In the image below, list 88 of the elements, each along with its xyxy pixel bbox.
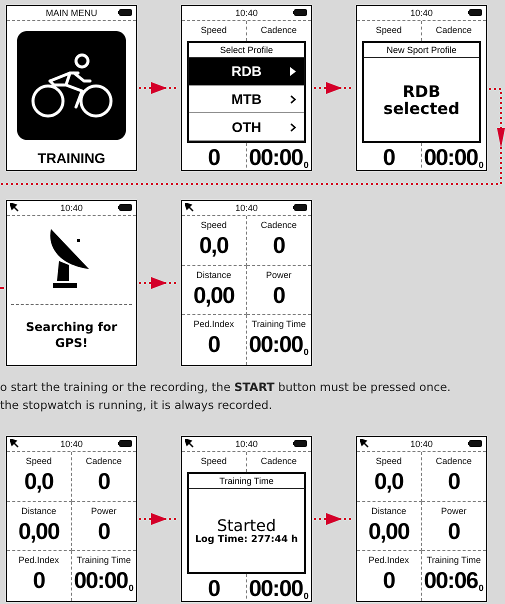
cyclist-icon	[30, 50, 114, 120]
field-label: Speed	[200, 455, 227, 467]
battery-icon	[293, 9, 307, 16]
popup-title: Training Time	[189, 474, 304, 489]
field-value: 0	[272, 280, 285, 309]
instruction-text: the stopwatch is running, it is always recorded.	[0, 397, 274, 414]
field-suffix: 0	[304, 160, 309, 170]
field-suffix: 0	[304, 591, 309, 601]
field-value: 0,00	[368, 516, 410, 545]
menu-tile[interactable]	[17, 31, 126, 140]
field-label: Distance	[196, 268, 232, 281]
field-value: 00:00	[74, 566, 128, 594]
field-value: 0	[448, 516, 460, 545]
message-text: RDB	[402, 82, 440, 100]
field-label: Training Time	[426, 554, 481, 566]
field-label: Cadence	[260, 455, 297, 467]
connector-line	[0, 287, 4, 289]
popup-title: New Sport Profile	[364, 43, 479, 58]
message-text: selected	[383, 100, 460, 116]
field-label: Speed	[200, 24, 227, 36]
field-value: 0,0	[199, 231, 228, 259]
field-label: Distance	[21, 504, 56, 517]
profile-item[interactable]: MTB	[189, 86, 304, 114]
field-value: 0	[382, 566, 395, 594]
battery-icon	[118, 204, 132, 211]
field-value: 00:00	[248, 574, 303, 601]
status-text: 10:40	[410, 438, 433, 450]
field-label: Speed	[376, 455, 402, 467]
field-value: 0,00	[193, 280, 234, 309]
battery-icon	[118, 440, 132, 447]
field-value: 00:00	[424, 143, 478, 170]
status-text: 10:40	[235, 7, 258, 19]
field-label: Ped.Index	[18, 554, 60, 566]
status-text: 10:40	[410, 7, 433, 19]
field-suffix: 0	[128, 583, 134, 594]
field-value: 0	[272, 231, 285, 259]
field-label: Ped.Index	[193, 318, 234, 330]
field-label: Cadence	[436, 24, 472, 36]
field-label: Power	[440, 504, 466, 517]
gps-message: Searching for GPS!	[24, 319, 118, 352]
status-text: MAIN MENU	[46, 7, 98, 19]
status-text: 10:40	[60, 202, 83, 214]
field-label: Cadence	[86, 455, 122, 467]
status-text: 10:40	[235, 202, 258, 214]
field-value: 0	[208, 330, 220, 358]
field-value: 0	[208, 574, 220, 601]
field-label: Power	[266, 268, 292, 281]
battery-icon	[468, 440, 482, 447]
field-value: 0,0	[24, 467, 54, 495]
field-label: Training Time	[252, 318, 306, 330]
field-label: Speed	[376, 24, 402, 36]
profile-item[interactable]: RDB	[189, 58, 304, 86]
field-label: Distance	[371, 504, 406, 517]
battery-icon	[293, 440, 307, 447]
field-label: Cadence	[260, 24, 297, 36]
field-suffix: 0	[478, 160, 484, 170]
field-value: 00:06	[424, 566, 478, 594]
field-label: Training Time	[76, 554, 131, 566]
battery-icon	[293, 204, 307, 211]
field-value: 0,0	[374, 467, 404, 495]
message-text: Log Time: 277:44 h	[195, 534, 298, 544]
field-value: 0	[208, 143, 220, 170]
field-value: 0	[382, 143, 395, 170]
field-value: 0	[98, 467, 110, 495]
field-label: Ped.Index	[368, 554, 410, 566]
field-suffix: 0	[478, 583, 484, 594]
menu-title: TRAINING	[38, 150, 106, 166]
battery-icon	[118, 9, 132, 16]
field-value: 0	[448, 467, 460, 495]
instruction-text: o start the training or the recording, the START button must be pressed once.	[0, 379, 452, 396]
field-label: Cadence	[436, 455, 472, 467]
battery-icon	[468, 9, 482, 16]
chevron-icon	[290, 67, 296, 76]
field-label: Cadence	[260, 219, 297, 231]
field-label: Power	[90, 504, 116, 517]
field-label: Speed	[26, 455, 52, 467]
field-value: 0	[32, 566, 45, 594]
chevron-icon	[290, 95, 296, 104]
field-value: 0,00	[18, 516, 60, 545]
field-suffix: 0	[304, 347, 309, 358]
field-value: 0	[98, 516, 110, 545]
chevron-icon	[290, 122, 296, 132]
status-text: 10:40	[60, 438, 83, 450]
field-value: 00:00	[248, 330, 303, 358]
message-text: Started	[216, 516, 276, 534]
status-text: 10:40	[235, 438, 258, 450]
field-label: Speed	[200, 219, 227, 231]
field-value: 00:00	[248, 143, 303, 170]
